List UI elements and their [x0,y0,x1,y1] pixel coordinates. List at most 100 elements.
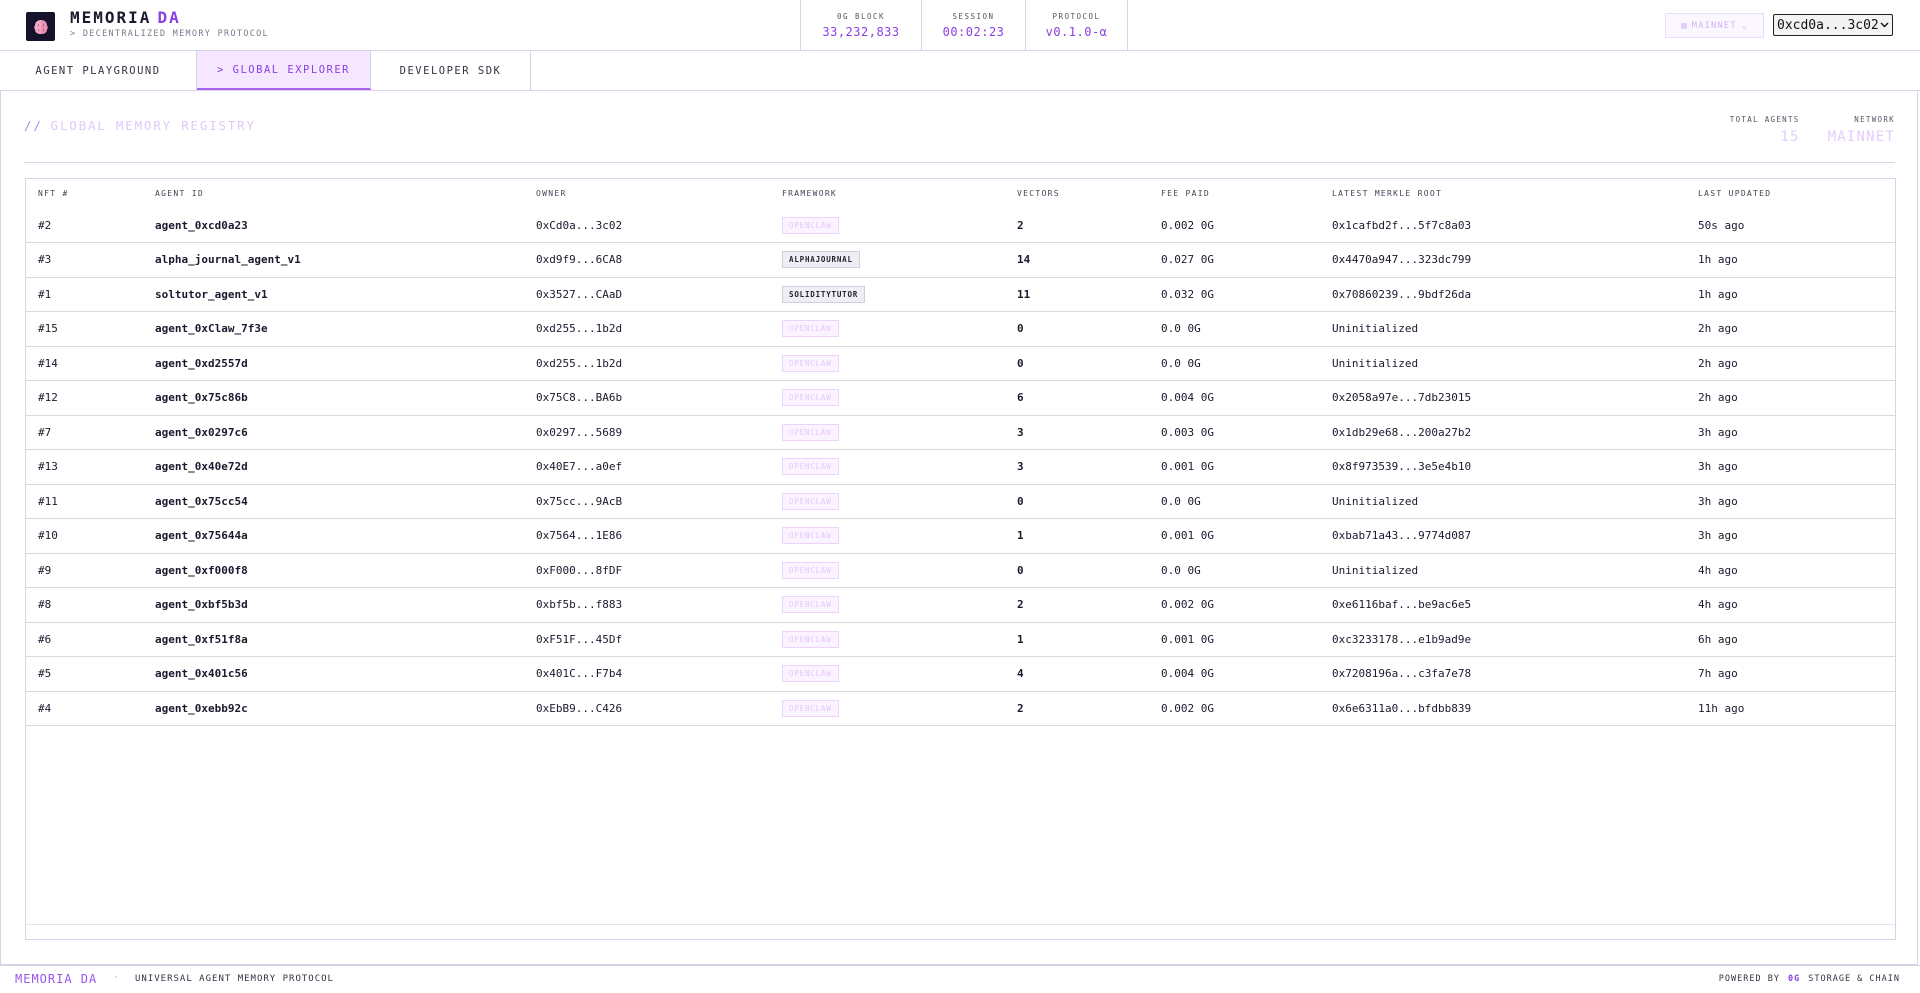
wallet-address: 0xcd0a...3c02 [1777,17,1879,33]
fee-cell: 0.003 0G [1149,415,1320,450]
table-row[interactable]: #5 agent_0x401c56 0x401C...F7b4 OPENCLAW 4 0.… [26,656,1895,692]
footer-description: UNIVERSAL AGENT MEMORY PROTOCOL [135,974,334,984]
nft-cell: #5 [26,656,143,692]
framework-cell: OPENCLAW [770,484,1005,519]
table-row[interactable]: #14 agent_0xd2557d 0xd255...1b2d OPENCLAW 0 0… [26,346,1895,381]
agent-id-cell: agent_0xbf5b3d [143,587,524,623]
footer-powered-by: POWERED BY 0G STORAGE & CHAIN [1719,974,1900,984]
framework-cell: OPENCLAW [770,587,1005,623]
table-row[interactable]: #11 agent_0x75cc54 0x75cc...9AcB OPENCLAW 0 0… [26,484,1895,519]
table-row[interactable]: #15 agent_0xClaw_7f3e 0xd255...1b2d OPENCLA… [26,311,1895,347]
framework-cell: SOLIDITYTUTOR [770,277,1005,312]
merkle-root-cell: 0x70860239...9bdf26da [1320,277,1686,312]
wallet-select[interactable]: 0xcd0a...3c02 [1773,14,1893,36]
framework-badge: OPENCLAW [782,320,839,338]
owner-cell: 0x0297...5689 [524,415,770,450]
nft-cell: #10 [26,518,143,554]
registry-table-container[interactable]: NFT # AGENT ID OWNER FRAMEWORK VECTORS F… [25,178,1896,940]
nft-cell: #12 [26,380,143,416]
vectors-cell: 1 [1005,622,1149,657]
table-row[interactable]: #13 agent_0x40e72d 0x40E7...a0ef OPENCLAW 3 0… [26,449,1895,485]
fee-cell: 0.001 0G [1149,449,1320,485]
stat-block-value: 33,232,833 [822,25,900,39]
agent-id-cell: agent_0xf000f8 [143,553,524,588]
total-agents-label: TOTAL AGENTS [1729,115,1800,124]
registry-totals: TOTAL AGENTS 15 NETWORK MAINNET [1730,115,1895,145]
brand-tagline: > DECENTRALIZED MEMORY PROTOCOL [70,29,269,39]
agent-id-cell: agent_0xebb92c [143,691,524,726]
col-framework[interactable]: FRAMEWORK [770,179,1005,208]
col-fee-paid[interactable]: FEE PAID [1149,179,1320,208]
col-nft[interactable]: NFT # [26,179,143,208]
merkle-root-cell: 0x7208196a...c3fa7e78 [1320,656,1686,692]
main-tabs: AGENT PLAYGROUND > GLOBAL EXPLORER DEVEL… [0,51,1920,91]
col-merkle-root[interactable]: LATEST MERKLE ROOT [1320,179,1686,208]
last-updated-cell: 11h ago [1686,691,1895,726]
network-selector-button[interactable]: MAINNET ⌄ [1665,13,1764,38]
merkle-root-cell: 0x1cafbd2f...5f7c8a03 [1320,208,1686,243]
last-updated-cell: 1h ago [1686,277,1895,312]
last-updated-cell: 50s ago [1686,208,1895,243]
fee-cell: 0.0 0G [1149,484,1320,519]
merkle-root-cell: 0x8f973539...3e5e4b10 [1320,449,1686,485]
nft-cell: #14 [26,346,143,381]
owner-cell: 0xF51F...45Df [524,622,770,657]
vectors-cell: 11 [1005,277,1149,312]
agent-id-cell: agent_0xClaw_7f3e [143,311,524,347]
stat-session: SESSION 00:02:23 [922,0,1026,51]
framework-cell: OPENCLAW [770,380,1005,416]
merkle-root-cell: 0xe6116baf...be9ac6e5 [1320,587,1686,623]
agent-id-cell: agent_0x0297c6 [143,415,524,450]
table-row[interactable]: #10 agent_0x75644a 0x7564...1E86 OPENCLAW 1 0… [26,518,1895,554]
vectors-cell: 2 [1005,587,1149,623]
status-dot-icon [1680,22,1687,29]
nft-cell: #13 [26,449,143,485]
col-last-updated[interactable]: LAST UPDATED [1686,179,1895,208]
brand-accent: DA [157,8,181,27]
agent-id-cell: agent_0x75cc54 [143,484,524,519]
agent-id-cell: soltutor_agent_v1 [143,277,524,312]
owner-cell: 0xd255...1b2d [524,346,770,381]
table-header-row: NFT # AGENT ID OWNER FRAMEWORK VECTORS F… [26,179,1895,208]
owner-cell: 0xF000...8fDF [524,553,770,588]
table-row[interactable]: #9 agent_0xf000f8 0xF000...8fDF OPENCLAW 0 0.… [26,553,1895,588]
framework-badge: OPENCLAW [782,216,839,234]
col-agent-id[interactable]: AGENT ID [143,179,524,208]
og-link[interactable]: 0G [1788,974,1800,984]
footer-brand[interactable]: MEMORIA DA [15,972,97,986]
table-row[interactable]: #4 agent_0xebb92c 0xEbB9...C426 OPENCLAW 2 0.… [26,691,1895,726]
fee-cell: 0.0 0G [1149,311,1320,347]
vectors-cell: 0 [1005,311,1149,347]
agent-id-cell: agent_0x40e72d [143,449,524,485]
tab-global-explorer[interactable]: > GLOBAL EXPLORER [197,51,371,90]
network-label: NETWORK [1854,115,1895,124]
framework-cell: OPENCLAW [770,346,1005,381]
vectors-cell: 0 [1005,553,1149,588]
last-updated-cell: 6h ago [1686,622,1895,657]
col-vectors[interactable]: VECTORS [1005,179,1149,208]
table-row[interactable]: #8 agent_0xbf5b3d 0xbf5b...f883 OPENCLAW 2 0.… [26,587,1895,623]
table-row[interactable]: #6 agent_0xf51f8a 0xF51F...45Df OPENCLAW 1 0.… [26,622,1895,657]
table-row[interactable]: #7 agent_0x0297c6 0x0297...5689 OPENCLAW 3 0.… [26,415,1895,450]
vectors-cell: 0 [1005,484,1149,519]
col-owner[interactable]: OWNER [524,179,770,208]
vectors-cell: 2 [1005,208,1149,243]
nft-cell: #15 [26,311,143,347]
owner-cell: 0xCd0a...3c02 [524,208,770,243]
table-row[interactable]: #2 agent_0xcd0a23 0xCd0a...3c02 OPENCLAW 2 0.… [26,208,1895,243]
merkle-root-cell: 0x2058a97e...7db23015 [1320,380,1686,416]
table-row[interactable]: #3 alpha_journal_agent_v1 0xd9f9...6CA8 ALP… [26,242,1895,278]
stat-protocol-label: PROTOCOL [1052,12,1101,21]
tab-developer-sdk[interactable]: DEVELOPER SDK [371,51,531,90]
stat-protocol: PROTOCOL v0.1.0-α [1026,0,1128,51]
owner-cell: 0x40E7...a0ef [524,449,770,485]
chevron-down-icon [1880,22,1889,28]
framework-badge: OPENCLAW [782,630,839,648]
owner-cell: 0xd255...1b2d [524,311,770,347]
storage-label: STORAGE & CHAIN [1808,974,1900,984]
table-row[interactable]: #1 soltutor_agent_v1 0x3527...CAaD SOLIDITY… [26,277,1895,312]
brain-icon[interactable] [26,12,55,41]
table-row[interactable]: #12 agent_0x75c86b 0x75C8...BA6b OPENCLAW 6 0… [26,380,1895,416]
nft-cell: #1 [26,277,143,312]
tab-agent-playground[interactable]: AGENT PLAYGROUND [0,51,197,90]
